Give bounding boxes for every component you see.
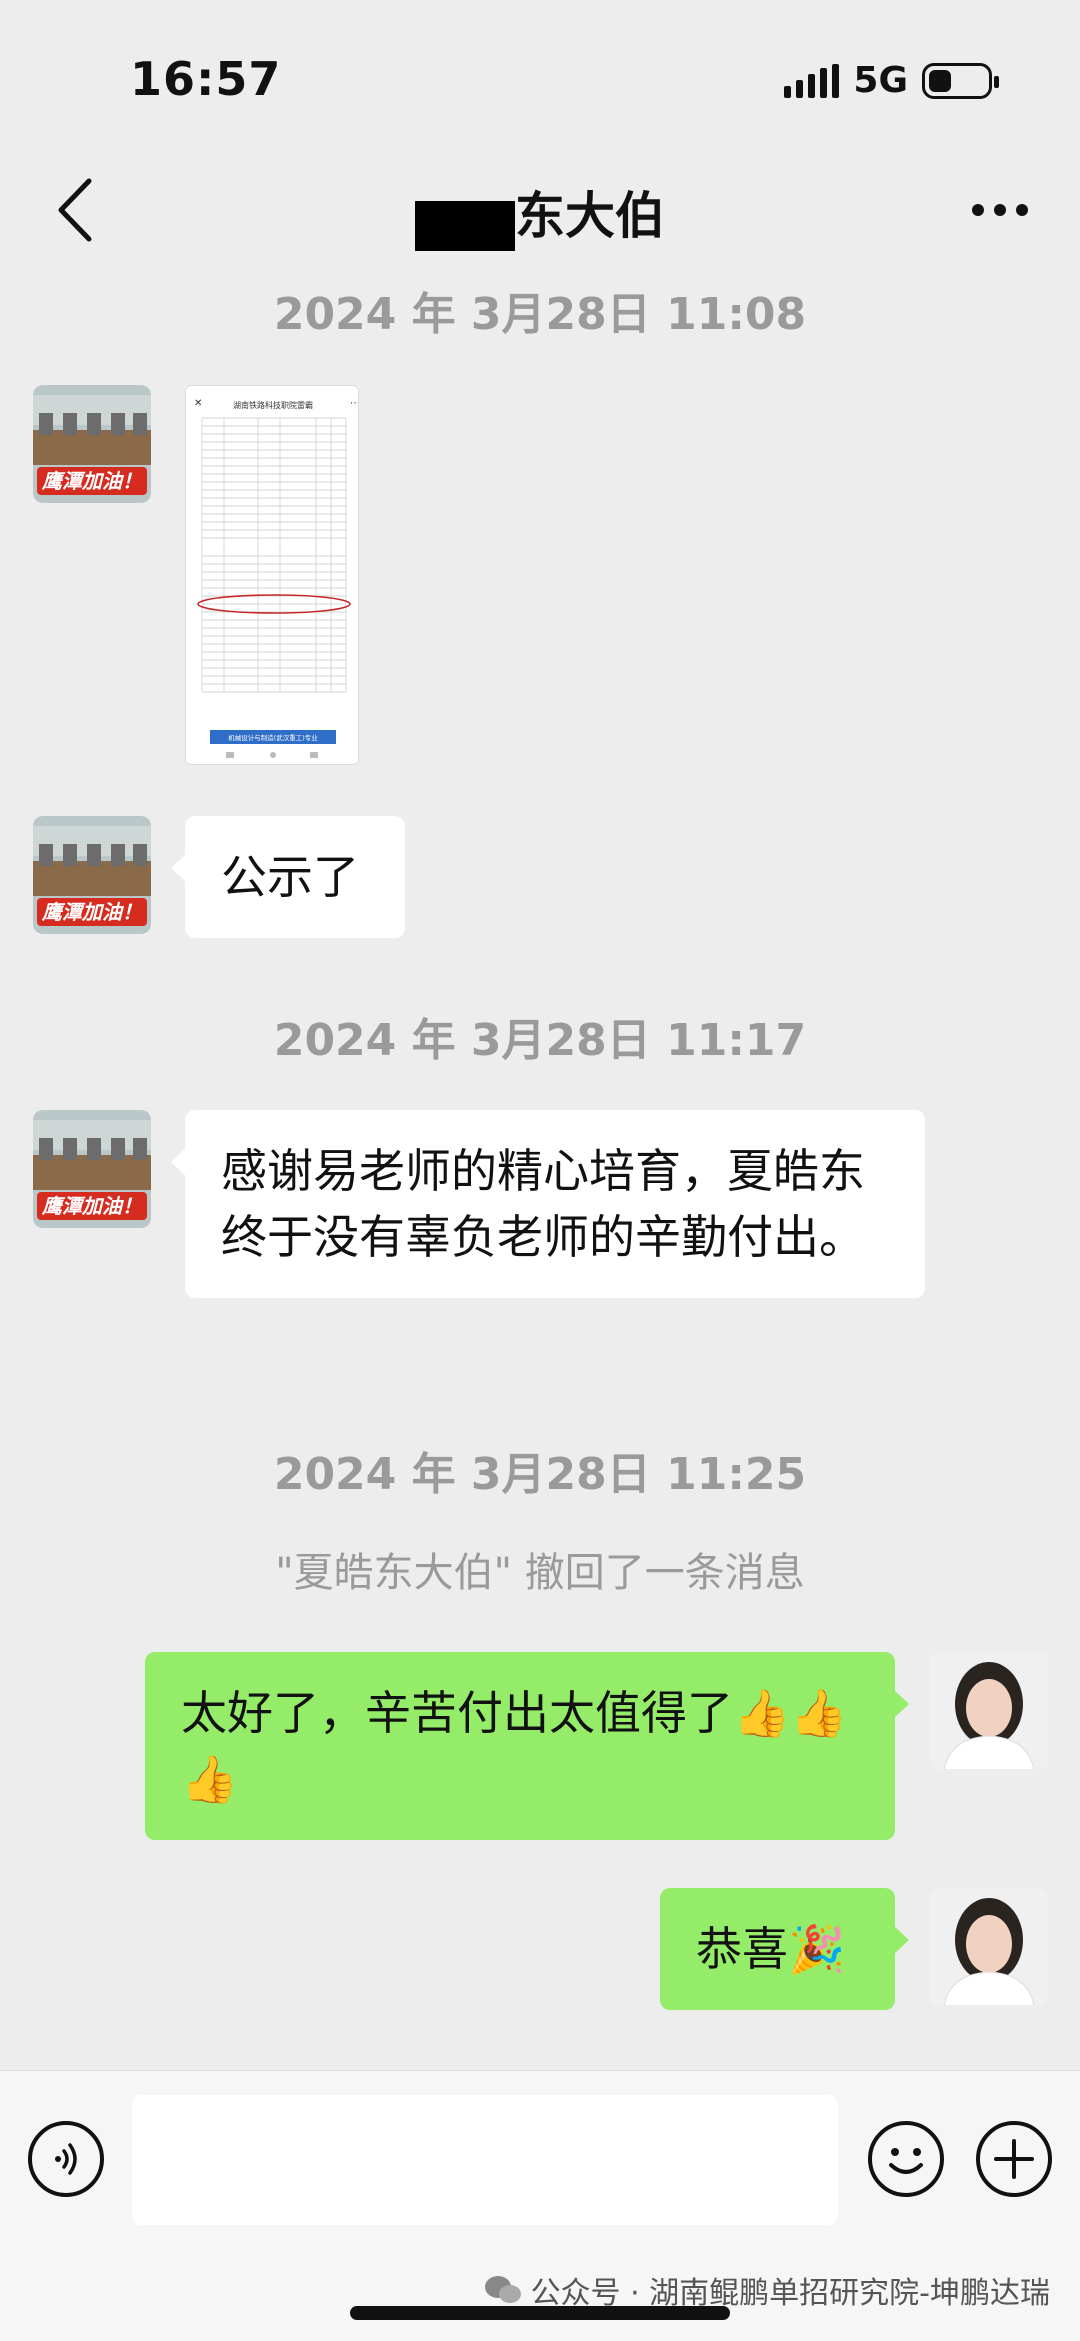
wechat-icon xyxy=(484,2276,521,2303)
message-bubble[interactable]: 感谢易老师的精心培育，夏皓东终于没有辜负老师的辛勤付出。 xyxy=(171,1110,925,1298)
svg-text:鹰潭加油！: 鹰潭加油！ xyxy=(41,1194,142,1218)
message-bubble[interactable]: 公示了 xyxy=(171,816,405,938)
timestamp: 2024 年 3月28日 11:08 xyxy=(273,289,807,340)
message-input[interactable] xyxy=(132,2095,838,2225)
emoji-button[interactable] xyxy=(868,2121,944,2197)
svg-text:鹰潭加油！: 鹰潭加油！ xyxy=(41,469,142,493)
battery-icon xyxy=(922,62,999,99)
plus-icon xyxy=(994,2139,1034,2179)
voice-input-button[interactable] xyxy=(28,2121,104,2197)
redaction-block xyxy=(415,201,515,251)
own-avatar[interactable] xyxy=(930,1888,1048,2006)
status-time: 16:57 xyxy=(130,52,282,106)
message-text: 太好了，辛苦付出太值得了👍👍👍 xyxy=(181,1686,848,1806)
svg-text:✕: ✕ xyxy=(194,398,202,409)
svg-text:鹰潭加油！: 鹰潭加油！ xyxy=(41,900,142,924)
svg-text:机械设计与制造(武汉重工)专业: 机械设计与制造(武汉重工)专业 xyxy=(228,733,318,742)
avatar[interactable]: 鹰潭加油！ xyxy=(33,816,151,934)
svg-text:湖南铁路科技职院雷霸: 湖南铁路科技职院雷霸 xyxy=(233,400,313,410)
more-actions-button[interactable] xyxy=(976,2121,1052,2197)
avatar-image xyxy=(930,1652,1048,1770)
dot-icon xyxy=(972,204,984,216)
chat-title: 东大伯 xyxy=(515,187,665,245)
own-message-bubble[interactable]: 太好了，辛苦付出太值得了👍👍👍 xyxy=(145,1652,909,1840)
avatar-image: 鹰潭加油！ xyxy=(33,385,151,503)
avatar[interactable]: 鹰潭加油！ xyxy=(33,385,151,503)
message-text: 恭喜🎉 xyxy=(696,1922,846,1976)
screenshot-thumbnail: ✕ 湖南铁路科技职院雷霸 ⋯ 机械设计与制造(武汉重工)专业 xyxy=(186,386,359,764)
avatar-image: 鹰潭加油！ xyxy=(33,816,151,934)
more-options-button[interactable] xyxy=(960,180,1040,240)
status-indicators: 5G xyxy=(784,60,999,101)
home-indicator[interactable] xyxy=(350,2306,730,2320)
avatar-image: 鹰潭加油！ xyxy=(33,1110,151,1228)
smiley-icon xyxy=(889,2148,923,2174)
timestamp: 2024 年 3月28日 11:17 xyxy=(273,1015,807,1066)
chat-header: 东大伯 xyxy=(0,150,1080,270)
status-bar: 16:57 5G xyxy=(0,0,1080,150)
avatar-image xyxy=(930,1888,1048,2006)
own-avatar[interactable] xyxy=(930,1652,1048,1770)
timestamp: 2024 年 3月28日 11:25 xyxy=(273,1449,807,1500)
image-message[interactable]: ✕ 湖南铁路科技职院雷霸 ⋯ 机械设计与制造(武汉重工)专业 xyxy=(185,385,359,765)
message-text: 感谢易老师的精心培育，夏皓东终于没有辜负老师的辛勤付出。 xyxy=(221,1144,865,1264)
recall-notice: "夏皓东大伯" 撤回了一条消息 xyxy=(275,1550,805,1596)
dot-icon xyxy=(1016,204,1028,216)
signal-icon xyxy=(784,63,840,98)
network-label: 5G xyxy=(853,60,908,101)
own-message-bubble[interactable]: 恭喜🎉 xyxy=(660,1888,909,2010)
dot-icon xyxy=(994,204,1006,216)
avatar[interactable]: 鹰潭加油！ xyxy=(33,1110,151,1228)
chat-title-area: 东大伯 xyxy=(0,176,1080,251)
message-text: 公示了 xyxy=(221,850,359,904)
svg-text:⋯: ⋯ xyxy=(350,398,359,409)
voice-icon xyxy=(55,2143,77,2175)
